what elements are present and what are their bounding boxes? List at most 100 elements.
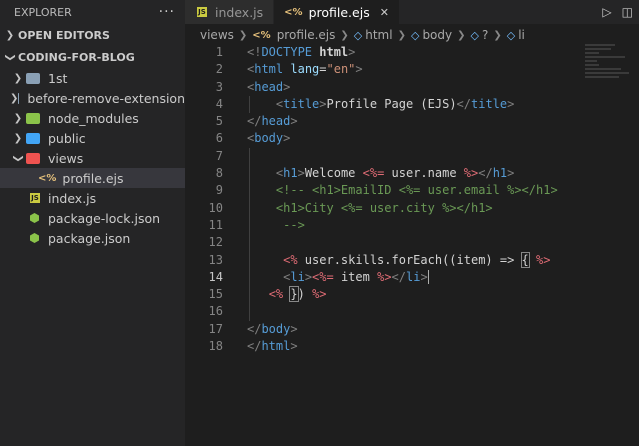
node-folder-icon xyxy=(26,112,40,124)
chevron-down-icon: ❯ xyxy=(4,52,16,62)
chevron-down-icon: ❯ xyxy=(12,153,24,163)
folder-node-modules[interactable]: ❯ node_modules xyxy=(0,108,185,128)
code-line: 12 xyxy=(185,234,639,252)
file-index-js[interactable]: JS index.js xyxy=(0,188,185,208)
node-file-icon xyxy=(30,213,39,223)
folder-icon xyxy=(26,72,40,84)
breadcrumb-body[interactable]: body xyxy=(422,28,452,42)
line-content: <li><%= item %></li> xyxy=(247,268,429,287)
element-icon: ◇ xyxy=(410,28,420,42)
close-icon[interactable]: ✕ xyxy=(380,6,389,19)
folder-views[interactable]: ❯ views xyxy=(0,148,185,168)
folder-before-remove-extension[interactable]: ❯ before-remove-extension xyxy=(0,88,185,108)
chevron-right-icon: ❯ xyxy=(238,29,248,41)
line-number: 10 xyxy=(208,200,223,215)
element-icon: ◇ xyxy=(353,28,363,42)
chevron-right-icon: ❯ xyxy=(13,112,23,124)
line-content: <h1>City <%= user.city %></h1> xyxy=(247,199,493,217)
code-line: 6 <body> xyxy=(185,130,639,147)
line-content: </html> xyxy=(247,339,298,354)
line-number: 6 xyxy=(215,131,223,146)
run-icon[interactable]: ▷ xyxy=(602,5,611,19)
chevron-right-icon: ❯ xyxy=(493,29,502,41)
line-number: 7 xyxy=(215,148,223,163)
code-line: 5 </head> xyxy=(185,113,639,130)
tree-item-label: node_modules xyxy=(48,110,139,126)
public-folder-icon xyxy=(26,132,40,144)
code-line: 4 <title>Profile Page (EJS)</title> xyxy=(185,95,639,114)
code-line: 18 </html> xyxy=(185,338,639,355)
line-number: 17 xyxy=(208,321,223,336)
line-number: 3 xyxy=(215,79,223,94)
chevron-right-icon: ❯ xyxy=(5,29,15,41)
breadcrumb-views[interactable]: views xyxy=(200,28,234,42)
line-number: 18 xyxy=(208,339,223,354)
project-label: CODING-FOR-BLOG xyxy=(18,50,135,64)
breadcrumb-unknown[interactable]: ? xyxy=(482,28,488,42)
breadcrumb: views ❯ <% profile.ejs ❯ ◇ html ❯ ◇ body… xyxy=(185,24,639,46)
code-line: 8 <h1>Welcome <%= user.name %></h1> xyxy=(185,165,639,183)
line-content xyxy=(247,147,254,166)
chevron-right-icon: ❯ xyxy=(397,29,406,41)
element-icon: ◇ xyxy=(470,28,479,42)
file-package-lock-json[interactable]: package-lock.json xyxy=(0,208,185,228)
line-number: 13 xyxy=(208,252,223,267)
tree-item-label: profile.ejs xyxy=(62,170,124,186)
chevron-right-icon: ❯ xyxy=(457,29,466,41)
file-package-json[interactable]: package.json xyxy=(0,228,185,248)
tree-item-label: 1st xyxy=(48,70,68,86)
file-profile-ejs[interactable]: <% profile.ejs xyxy=(0,168,185,188)
line-content: <% user.skills.forEach((item) => { %> xyxy=(247,251,550,269)
editor-actions: ▷ ◫ xyxy=(602,0,633,24)
ejs-file-icon: <% xyxy=(252,29,271,41)
chevron-right-icon: ❯ xyxy=(340,29,349,41)
folder-public[interactable]: ❯ public xyxy=(0,128,185,148)
line-content: <h1>Welcome <%= user.name %></h1> xyxy=(247,165,514,183)
line-number: 4 xyxy=(215,96,223,111)
js-file-icon: JS xyxy=(30,193,40,203)
tab-index-js[interactable]: JS index.js xyxy=(185,0,275,24)
line-number: 11 xyxy=(208,217,223,232)
code-line: 16 xyxy=(185,303,639,321)
tab-bar: JS index.js <% profile.ejs ✕ ▷ ◫ xyxy=(185,0,639,24)
line-content: <% }) %> xyxy=(247,286,327,304)
chevron-right-icon: ❯ xyxy=(13,132,23,144)
breadcrumb-li[interactable]: li xyxy=(518,28,525,42)
code-editor[interactable]: 1 <!DOCTYPE html> 2 <html lang="en"> 3 <… xyxy=(185,44,639,355)
line-number: 2 xyxy=(215,62,223,77)
explorer-sidebar: EXPLORER ··· ❯ OPEN EDITORS ❯ CODING-FOR… xyxy=(0,0,185,446)
more-actions-icon[interactable]: ··· xyxy=(159,4,175,20)
code-line-current: 14 <li><%= item %></li> xyxy=(185,268,639,287)
tree-item-label: package.json xyxy=(48,230,131,246)
line-number: 5 xyxy=(215,114,223,129)
line-number: 8 xyxy=(215,166,223,181)
tab-profile-ejs[interactable]: <% profile.ejs ✕ xyxy=(274,0,400,24)
open-editors-label: OPEN EDITORS xyxy=(18,28,110,42)
line-number: 14 xyxy=(208,269,223,284)
folder-icon xyxy=(18,92,20,104)
breadcrumb-file[interactable]: profile.ejs xyxy=(277,28,336,42)
breadcrumb-html[interactable]: html xyxy=(365,28,392,42)
line-content: <head> xyxy=(247,79,291,94)
tab-label: profile.ejs xyxy=(308,4,370,20)
code-line: 11 --> xyxy=(185,216,639,235)
project-section[interactable]: ❯ CODING-FOR-BLOG xyxy=(0,46,185,68)
code-line: 13 <% user.skills.forEach((item) => { %> xyxy=(185,251,639,269)
line-content: <body> xyxy=(247,131,291,146)
line-content xyxy=(247,234,254,252)
editor-area: JS index.js <% profile.ejs ✕ ▷ ◫ views ❯… xyxy=(185,0,639,446)
element-icon: ◇ xyxy=(506,28,516,42)
line-number: 1 xyxy=(215,45,223,59)
vscode-window: EXPLORER ··· ❯ OPEN EDITORS ❯ CODING-FOR… xyxy=(0,0,639,446)
chevron-right-icon: ❯ xyxy=(10,92,19,104)
ejs-file-icon: <% xyxy=(284,6,303,18)
code-line: 1 <!DOCTYPE html> xyxy=(185,44,639,61)
open-editors-section[interactable]: ❯ OPEN EDITORS xyxy=(0,24,185,46)
tree-item-label: package-lock.json xyxy=(48,210,161,226)
code-line: 17 </body> xyxy=(185,321,639,338)
line-content: </head> xyxy=(247,114,298,129)
text-cursor xyxy=(427,270,429,285)
line-content: <!-- <h1>EmailID <%= user.email %></h1> xyxy=(247,182,558,200)
split-editor-icon[interactable]: ◫ xyxy=(622,5,633,19)
folder-1st[interactable]: ❯ 1st xyxy=(0,68,185,88)
